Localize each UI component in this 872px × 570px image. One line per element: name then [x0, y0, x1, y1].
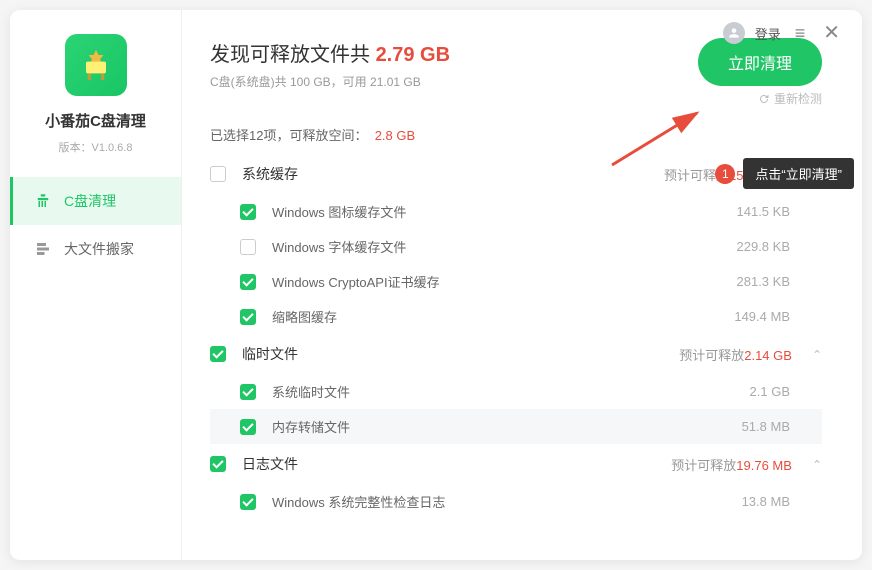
- item-checkbox[interactable]: [240, 274, 256, 290]
- item-size: 141.5 KB: [737, 204, 791, 219]
- item-size: 229.8 KB: [737, 239, 791, 254]
- item-size: 149.4 MB: [734, 309, 790, 324]
- item-checkbox[interactable]: [240, 309, 256, 325]
- list-item[interactable]: 内存转储文件51.8 MB: [210, 409, 822, 444]
- annotation-tooltip: 1 点击“立即清理”: [715, 158, 854, 189]
- sidebar-item-label: 大文件搬家: [64, 239, 134, 259]
- group-name: 系统缓存: [242, 164, 664, 184]
- annotation-text: 点击“立即清理”: [743, 158, 854, 189]
- avatar-icon[interactable]: [723, 22, 745, 44]
- item-size: 2.1 GB: [750, 384, 790, 399]
- item-name: 内存转储文件: [272, 417, 742, 436]
- title-prefix: 发现可释放文件共: [210, 44, 376, 66]
- chevron-up-icon[interactable]: ⌄: [812, 347, 822, 361]
- item-size: 13.8 MB: [742, 494, 790, 509]
- main-panel: 发现可释放文件共 2.79 GB C盘(系统盘)共 100 GB，可用 21.0…: [182, 10, 862, 560]
- group-name: 临时文件: [242, 344, 679, 364]
- group-checkbox[interactable]: [210, 166, 226, 182]
- list-item[interactable]: 缩略图缓存149.4 MB: [210, 299, 822, 334]
- list-item[interactable]: Windows 系统完整性检查日志13.8 MB: [210, 484, 822, 519]
- sidebar: 小番茄C盘清理 版本：V1.0.6.8 C盘清理大文件搬家: [10, 10, 182, 560]
- refresh-icon: [758, 93, 770, 105]
- group-estimate: 预计可释放19.76 MB: [671, 455, 792, 474]
- chevron-up-icon[interactable]: ⌄: [812, 457, 822, 471]
- group-checkbox[interactable]: [210, 346, 226, 362]
- item-checkbox[interactable]: [240, 204, 256, 220]
- list-item[interactable]: Windows CryptoAPI证书缓存281.3 KB: [210, 264, 822, 299]
- big-file-icon: [34, 240, 52, 258]
- list-item[interactable]: Windows 字体缓存文件229.8 KB: [210, 229, 822, 264]
- app-name: 小番茄C盘清理: [45, 110, 146, 131]
- group-estimate: 预计可释放2.14 GB: [679, 345, 792, 364]
- summary-size: 2.8 GB: [375, 128, 415, 143]
- disk-subtitle: C盘(系统盘)共 100 GB，可用 21.01 GB: [210, 73, 450, 90]
- item-checkbox[interactable]: [240, 419, 256, 435]
- item-checkbox[interactable]: [240, 494, 256, 510]
- annotation-number: 1: [715, 164, 735, 184]
- menu-icon[interactable]: ≡: [791, 24, 810, 42]
- sidebar-item-c-clean[interactable]: C盘清理: [10, 177, 181, 225]
- group-name: 日志文件: [242, 454, 671, 474]
- item-checkbox[interactable]: [240, 239, 256, 255]
- group-header[interactable]: 临时文件预计可释放2.14 GB ⌄: [210, 334, 822, 374]
- list-item[interactable]: Windows 图标缓存文件141.5 KB: [210, 194, 822, 229]
- page-title: 发现可释放文件共 2.79 GB: [210, 38, 450, 67]
- item-name: 系统临时文件: [272, 382, 750, 401]
- app-logo: [65, 34, 127, 96]
- sidebar-item-label: C盘清理: [64, 191, 116, 211]
- item-name: Windows 图标缓存文件: [272, 202, 737, 221]
- group-header[interactable]: 日志文件预计可释放19.76 MB ⌄: [210, 444, 822, 484]
- item-name: 缩略图缓存: [272, 307, 734, 326]
- close-icon[interactable]: ✕: [819, 23, 844, 43]
- item-name: Windows 系统完整性检查日志: [272, 492, 742, 511]
- sidebar-item-big-file[interactable]: 大文件搬家: [10, 225, 181, 273]
- titlebar: 登录 ≡ ✕: [705, 10, 862, 56]
- selection-summary: 已选择12项，可释放空间： 2.8 GB: [210, 125, 822, 144]
- app-version: 版本：V1.0.6.8: [59, 139, 133, 155]
- file-list[interactable]: 系统缓存预计可释放150.00 MB⌄Windows 图标缓存文件141.5 K…: [210, 154, 822, 524]
- item-size: 281.3 KB: [737, 274, 791, 289]
- item-checkbox[interactable]: [240, 384, 256, 400]
- item-size: 51.8 MB: [742, 419, 790, 434]
- c-clean-icon: [34, 192, 52, 210]
- item-name: Windows CryptoAPI证书缓存: [272, 272, 737, 291]
- refresh-link[interactable]: 重新检测: [698, 90, 822, 107]
- list-item[interactable]: 系统临时文件2.1 GB: [210, 374, 822, 409]
- group-checkbox[interactable]: [210, 456, 226, 472]
- app-window: 登录 ≡ ✕ 小番茄C盘清理 版本：V1.0.6.8 C盘清理大文件搬家 发现可…: [10, 10, 862, 560]
- title-size: 2.79 GB: [376, 44, 450, 66]
- list-item[interactable]: Windows 错误报告406.0 KB: [210, 519, 822, 524]
- login-link[interactable]: 登录: [755, 24, 781, 43]
- sidebar-nav: C盘清理大文件搬家: [10, 177, 181, 273]
- item-name: Windows 字体缓存文件: [272, 237, 737, 256]
